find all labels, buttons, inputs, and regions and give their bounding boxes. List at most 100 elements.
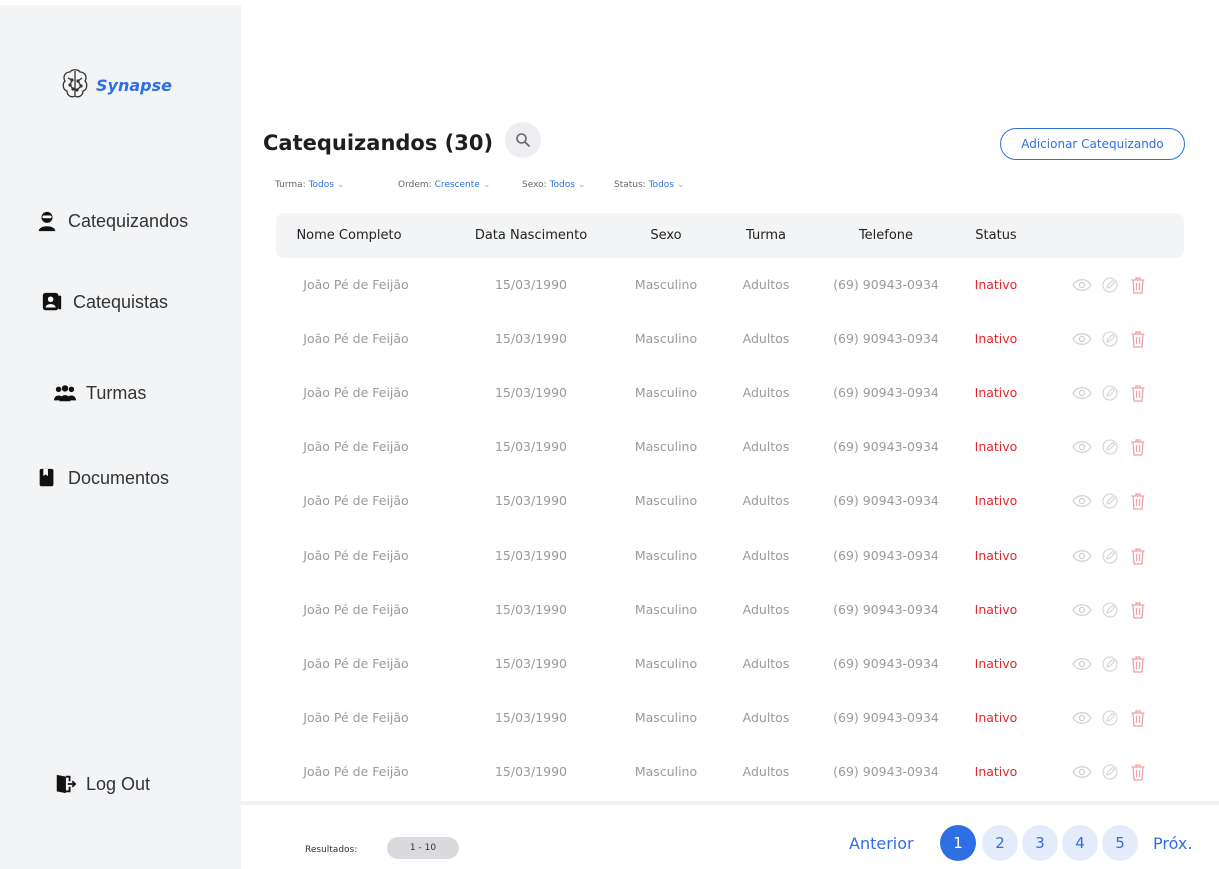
table-row[interactable]: João Pé de Feijão 15/03/1990 Masculino Adul…: [276, 703, 1184, 733]
eye-icon[interactable]: [1072, 329, 1092, 349]
column-header[interactable]: Status: [966, 213, 1026, 258]
table-row[interactable]: João Pé de Feijão 15/03/1990 Masculino Adul…: [276, 757, 1184, 787]
eye-icon[interactable]: [1072, 600, 1092, 620]
eye-icon[interactable]: [1072, 762, 1092, 782]
table-row[interactable]: João Pé de Feijão 15/03/1990 Masculino Adul…: [276, 541, 1184, 571]
page-button-2[interactable]: 2: [982, 825, 1018, 861]
trash-icon[interactable]: [1128, 491, 1148, 511]
column-header[interactable]: Sexo: [616, 213, 716, 258]
table-row[interactable]: João Pé de Feijão 15/03/1990 Masculino Adul…: [276, 324, 1184, 354]
filter-label: Ordem:: [398, 180, 432, 190]
filter-ordem[interactable]: Ordem: Crescente ⌄: [398, 180, 490, 190]
trash-icon[interactable]: [1128, 654, 1148, 674]
table-row[interactable]: João Pé de Feijão 15/03/1990 Masculino Adul…: [276, 270, 1184, 300]
trash-icon[interactable]: [1128, 546, 1148, 566]
table-cell: Masculino: [634, 764, 698, 779]
edit-icon[interactable]: [1100, 708, 1120, 728]
table-cell: Masculino: [634, 656, 698, 671]
eye-icon[interactable]: [1072, 383, 1092, 403]
table-row[interactable]: João Pé de Feijão 15/03/1990 Masculino Adul…: [276, 486, 1184, 516]
filter-label: Sexo:: [522, 180, 547, 190]
logout-button[interactable]: Log Out: [54, 773, 150, 795]
logout-label: Log Out: [86, 773, 151, 794]
eye-icon[interactable]: [1072, 654, 1092, 674]
eye-icon[interactable]: [1072, 546, 1092, 566]
table-cell: João Pé de Feijão: [303, 548, 409, 563]
table-cell: (69) 90943-0934: [833, 331, 939, 346]
table-row[interactable]: João Pé de Feijão 15/03/1990 Masculino Adul…: [276, 649, 1184, 679]
eye-icon[interactable]: [1072, 437, 1092, 457]
sidebar-item-catequizandos[interactable]: Catequizandos: [36, 210, 188, 232]
filter-status[interactable]: Status: Todos ⌄: [614, 180, 685, 190]
edit-icon[interactable]: [1100, 762, 1120, 782]
eye-icon[interactable]: [1072, 491, 1092, 511]
trash-icon[interactable]: [1128, 329, 1148, 349]
page-button-4[interactable]: 4: [1062, 825, 1098, 861]
door-exit-icon: [56, 774, 76, 794]
table-cell: 15/03/1990: [494, 710, 568, 725]
column-header[interactable]: Nome Completo: [276, 213, 422, 258]
edit-icon[interactable]: [1100, 546, 1120, 566]
edit-icon[interactable]: [1100, 437, 1120, 457]
table-cell: Masculino: [634, 493, 698, 508]
table-cell: 15/03/1990: [494, 548, 568, 563]
table-cell: Adultos: [742, 710, 790, 725]
row-actions: [1072, 546, 1148, 566]
table-row[interactable]: João Pé de Feijão 15/03/1990 Masculino Adul…: [276, 432, 1184, 462]
sidebar-item-label: Documentos: [68, 467, 170, 488]
status-badge: Inativo: [974, 439, 1018, 454]
table-row[interactable]: João Pé de Feijão 15/03/1990 Masculino Adul…: [276, 378, 1184, 408]
table-cell: João Pé de Feijão: [303, 385, 409, 400]
filter-value: Crescente: [434, 180, 480, 190]
search-icon: [516, 133, 530, 147]
eye-icon[interactable]: [1072, 275, 1092, 295]
filter-turma[interactable]: Turma: Todos ⌄: [275, 180, 345, 190]
edit-icon[interactable]: [1100, 491, 1120, 511]
status-badge: Inativo: [974, 331, 1018, 346]
status-badge: Inativo: [974, 493, 1018, 508]
user-mask-icon: [38, 211, 56, 232]
trash-icon[interactable]: [1128, 437, 1148, 457]
pagination-previous[interactable]: Anterior: [849, 834, 914, 853]
trash-icon[interactable]: [1128, 275, 1148, 295]
filter-value: Todos: [648, 180, 674, 190]
table-cell: João Pé de Feijão: [303, 710, 409, 725]
page-button-3[interactable]: 3: [1022, 825, 1058, 861]
status-badge: Inativo: [974, 602, 1018, 617]
edit-icon[interactable]: [1100, 275, 1120, 295]
eye-icon[interactable]: [1072, 708, 1092, 728]
sidebar-item-documentos[interactable]: Documentos: [36, 467, 169, 489]
status-badge: Inativo: [974, 385, 1018, 400]
table-cell: Masculino: [634, 385, 698, 400]
column-header[interactable]: Data Nascimento: [456, 213, 606, 258]
add-catequizando-button[interactable]: Adicionar Catequizando: [1000, 128, 1185, 160]
page-button-1[interactable]: 1: [940, 825, 976, 861]
table-cell: (69) 90943-0934: [833, 764, 939, 779]
table-cell: (69) 90943-0934: [833, 385, 939, 400]
search-button[interactable]: [505, 122, 541, 158]
trash-icon[interactable]: [1128, 600, 1148, 620]
column-header[interactable]: Telefone: [821, 213, 951, 258]
table-row[interactable]: João Pé de Feijão 15/03/1990 Masculino Adul…: [276, 595, 1184, 625]
edit-icon[interactable]: [1100, 600, 1120, 620]
sidebar-item-catequistas[interactable]: Catequistas: [41, 291, 168, 313]
column-header[interactable]: Turma: [726, 213, 806, 258]
table-header: Nome Completo Data Nascimento Sexo Turma…: [276, 213, 1184, 258]
trash-icon[interactable]: [1128, 708, 1148, 728]
pagination-next[interactable]: Próx.: [1153, 834, 1192, 853]
status-badge: Inativo: [974, 710, 1018, 725]
edit-icon[interactable]: [1100, 383, 1120, 403]
table-cell: João Pé de Feijão: [303, 493, 409, 508]
brand-logo[interactable]: Synapse: [60, 67, 172, 103]
chevron-down-icon: ⌄: [482, 180, 491, 190]
edit-icon[interactable]: [1100, 654, 1120, 674]
page-button-5[interactable]: 5: [1102, 825, 1138, 861]
chevron-down-icon: ⌄: [336, 180, 345, 190]
filter-sexo[interactable]: Sexo: Todos ⌄: [522, 180, 586, 190]
table-cell: Masculino: [634, 602, 698, 617]
trash-icon[interactable]: [1128, 383, 1148, 403]
edit-icon[interactable]: [1100, 329, 1120, 349]
trash-icon[interactable]: [1128, 762, 1148, 782]
sidebar-item-turmas[interactable]: Turmas: [54, 382, 146, 404]
status-badge: Inativo: [974, 656, 1018, 671]
